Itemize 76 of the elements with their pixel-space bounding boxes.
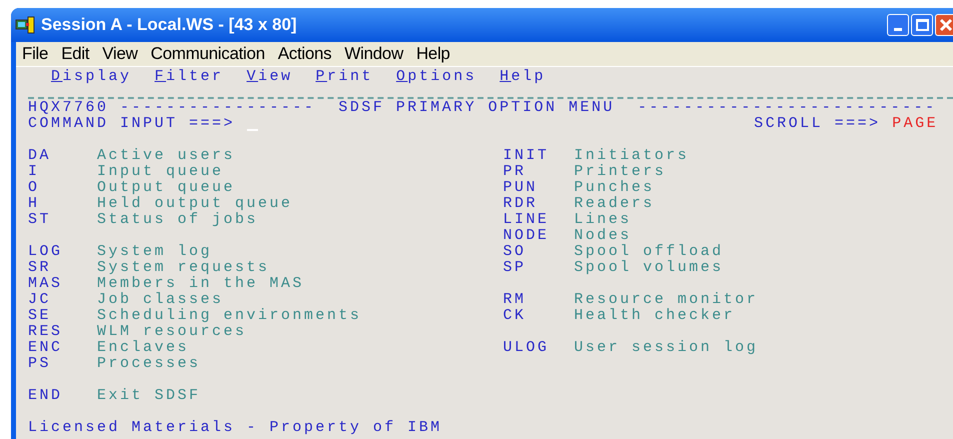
option-description: Status of jobs [97, 212, 258, 228]
license-notice: Licensed Materials - Property of IBM [28, 420, 444, 436]
action-bar-item[interactable]: View [246, 69, 293, 85]
option-code: O [28, 180, 41, 196]
menu-item[interactable]: Window [344, 41, 404, 67]
scroll-label: SCROLL ===> [754, 116, 881, 132]
menu-item[interactable]: File [22, 41, 48, 67]
scroll-value: PAGE [892, 116, 938, 132]
command-label: COMMAND INPUT ===> [28, 116, 236, 132]
option-code: ST [28, 212, 52, 228]
option-description: Processes [97, 356, 201, 372]
option-code: INIT [503, 148, 550, 164]
menu-item[interactable]: Help [416, 41, 450, 67]
action-bar-item[interactable]: Print [316, 69, 374, 85]
option-code: JC [28, 292, 52, 308]
maximize-button[interactable] [911, 14, 933, 36]
option-code: H [28, 196, 41, 212]
option-description: Input queue [97, 164, 224, 180]
option-description: Output queue [97, 180, 236, 196]
option-code: RM [503, 292, 528, 308]
option-code: RES [28, 324, 64, 340]
option-code: SP [503, 260, 528, 276]
action-bar-item[interactable]: Filter [154, 69, 224, 85]
option-code: PR [503, 164, 528, 180]
option-description: Resource monitor [574, 292, 758, 308]
action-bar-item[interactable]: Display [51, 69, 132, 85]
menu-item[interactable]: View [102, 41, 138, 67]
option-code: LOG [28, 244, 64, 260]
option-code: PS [28, 356, 52, 372]
option-code: I [28, 164, 41, 180]
option-code: NODE [503, 228, 550, 244]
option-code: PUN [503, 180, 539, 196]
header-rule: -------------------------- [638, 100, 937, 116]
option-code: END [28, 388, 64, 404]
option-description: Members in the MAS [97, 276, 304, 292]
option-description: Spool offload [574, 244, 724, 260]
option-description: Job classes [97, 292, 224, 308]
menu-item[interactable]: Actions [278, 41, 332, 67]
option-description: Spool volumes [574, 260, 724, 276]
option-description: Initiators [574, 148, 690, 164]
option-description: Printers [574, 164, 666, 180]
option-code: SO [503, 244, 528, 260]
menu-item[interactable]: Communication [150, 41, 265, 67]
option-description: System log [97, 244, 212, 260]
window-title: Session A - Local.WS - [43 x 80] [41, 14, 297, 36]
option-description: Readers [574, 196, 655, 212]
option-description: Active users [97, 148, 236, 164]
close-button[interactable] [935, 14, 953, 36]
option-code: SR [28, 260, 52, 276]
option-description: System requests [97, 260, 270, 276]
option-code: MAS [28, 276, 64, 292]
option-code: ULOG [503, 340, 550, 356]
option-description: Lines [574, 212, 632, 228]
terminal-app-icon [15, 16, 37, 34]
option-description: Health checker [574, 308, 736, 324]
option-code: ENC [28, 340, 64, 356]
option-code: CK [503, 308, 528, 324]
option-description: Exit SDSF [97, 388, 201, 404]
option-description: WLM resources [97, 324, 247, 340]
option-code: DA [28, 148, 52, 164]
menu-item[interactable]: Edit [61, 41, 90, 67]
option-description: Punches [574, 180, 655, 196]
option-description: Scheduling environments [97, 308, 362, 324]
option-description: Enclaves [97, 340, 190, 356]
option-code: SE [28, 308, 52, 324]
option-code: LINE [503, 212, 550, 228]
option-description: Nodes [574, 228, 632, 244]
panel-id: HQX7760 [28, 100, 109, 116]
action-bar-item[interactable]: Help [500, 69, 546, 85]
minimize-button[interactable] [887, 14, 909, 36]
header-rule: ----------------- [120, 100, 316, 116]
action-bar-item[interactable]: Options [396, 69, 477, 85]
panel-title: SDSF PRIMARY OPTION MENU [338, 100, 615, 116]
option-description: User session log [574, 340, 758, 356]
option-code: RDR [503, 196, 539, 212]
option-description: Held output queue [97, 196, 293, 212]
